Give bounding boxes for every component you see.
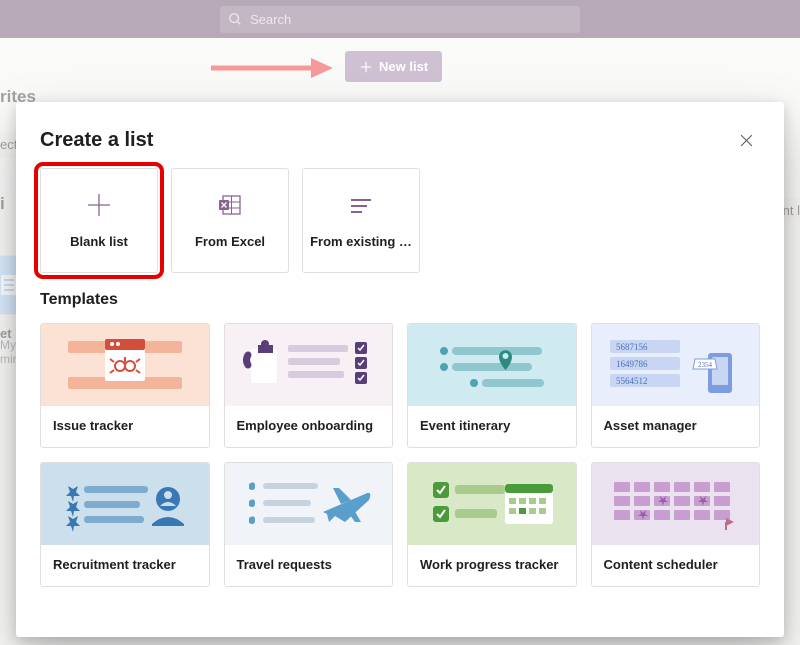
template-work-progress-tracker[interactable]: Work progress tracker bbox=[407, 462, 577, 587]
travel-requests-icon bbox=[233, 474, 383, 534]
templates-heading: Templates bbox=[40, 291, 760, 309]
template-content-scheduler[interactable]: Content scheduler bbox=[591, 462, 761, 587]
create-options-row: Blank list From Excel bbox=[40, 168, 760, 273]
template-label: Event itinerary bbox=[408, 406, 576, 447]
work-progress-tracker-icon bbox=[417, 474, 567, 534]
template-preview bbox=[225, 324, 393, 406]
recruitment-tracker-icon bbox=[50, 474, 200, 534]
template-issue-tracker[interactable]: Issue tracker bbox=[40, 323, 210, 448]
svg-text:2354: 2354 bbox=[698, 361, 713, 369]
asset-manager-icon: 5687156 1649786 5564512 2354 bbox=[600, 333, 750, 398]
template-event-itinerary[interactable]: Event itinerary bbox=[407, 323, 577, 448]
event-itinerary-icon bbox=[417, 335, 567, 395]
svg-text:5564512: 5564512 bbox=[616, 376, 648, 386]
template-preview: 5687156 1649786 5564512 2354 bbox=[592, 324, 760, 406]
template-label: Asset manager bbox=[592, 406, 760, 447]
template-preview bbox=[41, 463, 209, 545]
list-icon bbox=[348, 192, 374, 218]
template-label: Issue tracker bbox=[41, 406, 209, 447]
template-preview bbox=[41, 324, 209, 406]
template-preview bbox=[225, 463, 393, 545]
excel-icon bbox=[217, 192, 243, 218]
dialog-title: Create a list bbox=[40, 129, 153, 152]
option-label: From Excel bbox=[191, 234, 269, 249]
template-asset-manager[interactable]: 5687156 1649786 5564512 2354 Asset manag… bbox=[591, 323, 761, 448]
close-icon bbox=[740, 134, 753, 147]
template-label: Recruitment tracker bbox=[41, 545, 209, 586]
create-list-dialog: Create a list Blank list bbox=[16, 102, 784, 637]
option-blank-list[interactable]: Blank list bbox=[40, 168, 158, 273]
template-preview bbox=[408, 324, 576, 406]
plus-icon bbox=[86, 192, 112, 218]
template-travel-requests[interactable]: Travel requests bbox=[224, 462, 394, 587]
templates-grid: Issue tracker bbox=[40, 323, 760, 587]
template-preview bbox=[408, 463, 576, 545]
option-from-excel[interactable]: From Excel bbox=[171, 168, 289, 273]
template-preview bbox=[592, 463, 760, 545]
template-label: Content scheduler bbox=[592, 545, 760, 586]
template-employee-onboarding[interactable]: Employee onboarding bbox=[224, 323, 394, 448]
close-button[interactable] bbox=[732, 126, 760, 154]
template-label: Work progress tracker bbox=[408, 545, 576, 586]
option-label: From existing … bbox=[306, 234, 416, 249]
template-label: Travel requests bbox=[225, 545, 393, 586]
template-label: Employee onboarding bbox=[225, 406, 393, 447]
option-from-existing[interactable]: From existing … bbox=[302, 168, 420, 273]
option-label: Blank list bbox=[66, 234, 132, 249]
content-scheduler-icon bbox=[600, 474, 750, 534]
template-recruitment-tracker[interactable]: Recruitment tracker bbox=[40, 462, 210, 587]
employee-onboarding-icon bbox=[233, 335, 383, 395]
svg-text:5687156: 5687156 bbox=[616, 342, 648, 352]
svg-text:1649786: 1649786 bbox=[616, 359, 648, 369]
issue-tracker-icon bbox=[60, 335, 190, 395]
